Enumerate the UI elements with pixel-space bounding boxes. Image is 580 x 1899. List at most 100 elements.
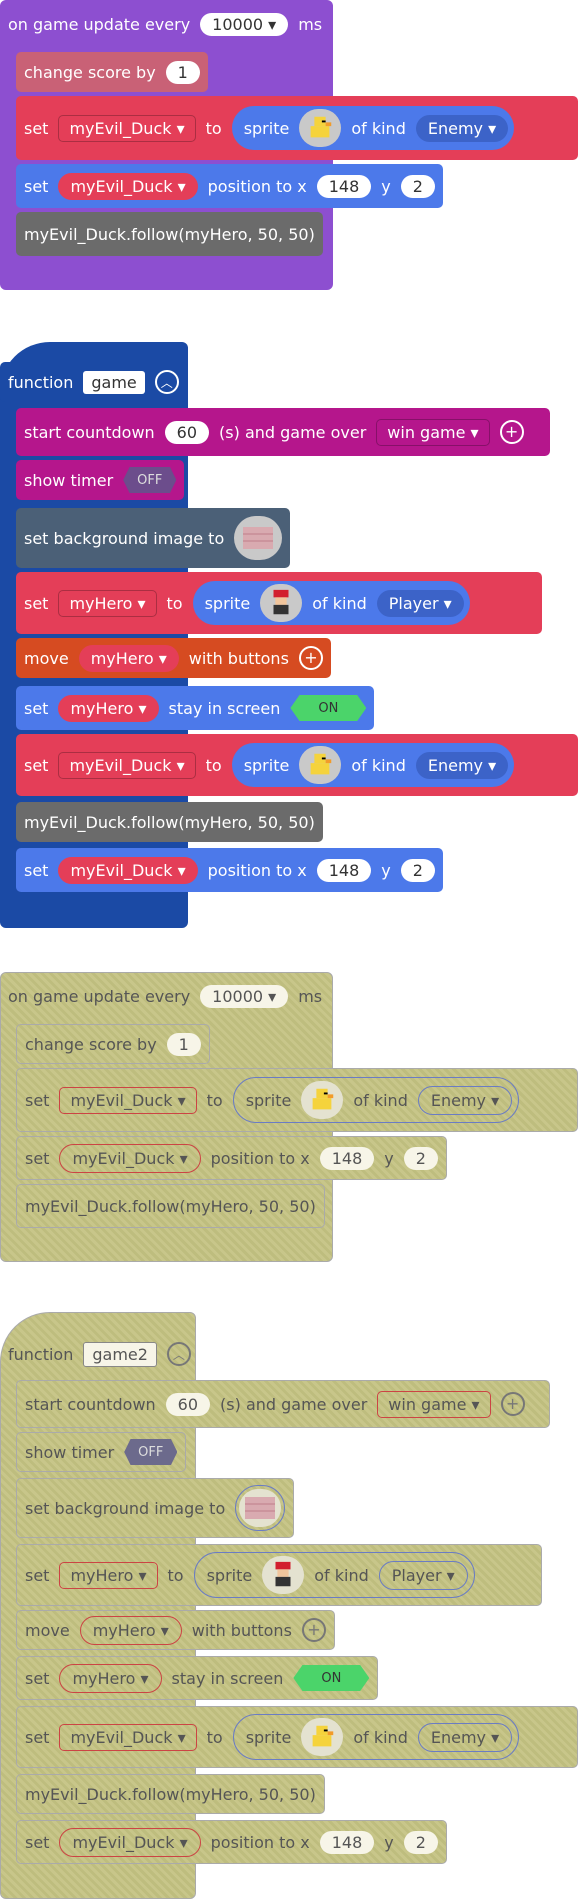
set-label: set: [24, 755, 49, 775]
variable-dropdown[interactable]: myHero ▾: [79, 1615, 182, 1645]
change-score-block-2[interactable]: change score by 1: [16, 1024, 210, 1064]
sprite-of-kind-reporter[interactable]: sprite of kind Player: [192, 581, 470, 625]
y-value[interactable]: 2: [400, 174, 435, 198]
sprite-of-kind-reporter[interactable]: sprite of kind Enemy: [231, 106, 515, 150]
set-background-block-1[interactable]: set background image to: [16, 508, 291, 568]
function-name[interactable]: game: [83, 370, 145, 394]
variable-dropdown[interactable]: myEvil_Duck: [59, 1723, 197, 1751]
variable-dropdown[interactable]: myHero: [78, 644, 179, 672]
kind-dropdown[interactable]: Enemy: [417, 1085, 513, 1115]
set-background-block-2[interactable]: set background image to: [16, 1478, 295, 1538]
plus-circle-icon[interactable]: +: [301, 1618, 326, 1642]
variable-dropdown[interactable]: myEvil_Duck: [58, 751, 196, 779]
show-timer-block-2[interactable]: show timer OFF: [16, 1432, 187, 1472]
game-over-dropdown[interactable]: win game: [376, 418, 490, 446]
stay-in-screen-block-1[interactable]: set myHero stay in screen ON: [16, 686, 375, 730]
set-position-block-4[interactable]: set myEvil_Duck ▾ position to x 148 y 2: [16, 1820, 447, 1864]
countdown-value[interactable]: 60: [164, 420, 210, 444]
hero-sprite-icon[interactable]: [260, 584, 303, 622]
set-hero-sprite-block-2[interactable]: set myHero to sprite of kind Player: [16, 1544, 542, 1606]
follow-code-block-3[interactable]: myEvil_Duck.follow(myHero, 50, 50): [16, 1184, 325, 1228]
show-timer-block-1[interactable]: show timer OFF: [16, 460, 185, 500]
y-value[interactable]: 2: [403, 1830, 438, 1854]
stay-label: stay in screen: [171, 1668, 284, 1688]
sprite-of-kind-reporter[interactable]: sprite of kind Player: [193, 1552, 475, 1598]
set-sprite-block-1[interactable]: set myEvil_Duck to sprite of kind Enemy: [16, 96, 578, 160]
plus-circle-icon[interactable]: +: [499, 420, 524, 444]
start-countdown-block-2[interactable]: start countdown 60 (s) and game over win…: [16, 1380, 550, 1428]
variable-dropdown[interactable]: myHero: [58, 589, 157, 617]
timer-off-toggle[interactable]: OFF: [123, 467, 177, 493]
variable-dropdown[interactable]: myEvil_Duck ▾: [59, 1827, 201, 1857]
set-position-block-2[interactable]: set myEvil_Duck position to x 148 y 2: [16, 848, 443, 892]
update-interval-dropdown[interactable]: 10000 ▾: [200, 984, 289, 1008]
sprite-label: sprite: [206, 1565, 253, 1585]
on-game-update-header-2[interactable]: on game update every 10000 ▾ ms: [0, 978, 330, 1014]
stay-on-toggle[interactable]: ON: [293, 1665, 370, 1691]
set-hero-sprite-block-1[interactable]: set myHero to sprite of kind Player: [16, 572, 542, 634]
function-name[interactable]: game2: [83, 1341, 157, 1367]
set-position-block-3[interactable]: set myEvil_Duck ▾ position to x 148 y 2: [16, 1136, 447, 1180]
collapse-up-icon[interactable]: ︿: [154, 370, 179, 394]
variable-dropdown[interactable]: myEvil_Duck: [58, 172, 198, 200]
duck-sprite-icon[interactable]: [299, 746, 342, 784]
variable-dropdown[interactable]: myEvil_Duck: [58, 856, 198, 884]
score-value[interactable]: 1: [166, 1032, 201, 1056]
kind-dropdown[interactable]: Enemy: [417, 1722, 513, 1752]
on-game-update-header-1[interactable]: on game update every 10000 ▾ ms: [0, 6, 330, 42]
timer-off-toggle[interactable]: OFF: [124, 1439, 178, 1465]
update-interval-dropdown[interactable]: 10000 ▾: [200, 12, 289, 36]
stay-on-toggle[interactable]: ON: [290, 695, 367, 721]
function-header-2[interactable]: function game2 ︿: [0, 1334, 199, 1374]
variable-dropdown[interactable]: myHero: [59, 1561, 158, 1589]
game-over-dropdown[interactable]: win game: [377, 1390, 491, 1418]
duck-sprite-icon[interactable]: [299, 109, 342, 147]
kind-dropdown[interactable]: Player: [378, 1560, 468, 1590]
brick-background-icon: [237, 519, 280, 557]
set-label: set: [24, 593, 49, 613]
countdown-value[interactable]: 60: [165, 1392, 211, 1416]
x-value[interactable]: 148: [319, 1830, 375, 1854]
follow-code-block-2[interactable]: myEvil_Duck.follow(myHero, 50, 50): [16, 802, 323, 842]
y-value[interactable]: 2: [403, 1146, 438, 1170]
sprite-of-kind-reporter[interactable]: sprite of kind Enemy: [232, 1714, 520, 1760]
kind-dropdown[interactable]: Enemy: [415, 114, 509, 142]
follow-code-block-1[interactable]: myEvil_Duck.follow(myHero, 50, 50): [16, 212, 323, 256]
x-value[interactable]: 148: [316, 858, 372, 882]
collapse-up-icon[interactable]: ︿: [166, 1342, 191, 1366]
to-label: to: [167, 1565, 184, 1585]
start-countdown-block-1[interactable]: start countdown 60 (s) and game over win…: [16, 408, 550, 456]
background-image-picker[interactable]: [234, 516, 283, 560]
function-header-1[interactable]: function game ︿: [0, 362, 187, 402]
change-score-block-1[interactable]: change score by 1: [16, 52, 208, 92]
move-with-buttons-block-2[interactable]: move myHero ▾ with buttons +: [16, 1610, 335, 1650]
hero-sprite-icon[interactable]: [262, 1556, 305, 1594]
variable-dropdown[interactable]: myEvil_Duck ▾: [59, 1143, 201, 1173]
score-value[interactable]: 1: [165, 60, 200, 84]
plus-circle-icon[interactable]: +: [298, 646, 323, 670]
duck-sprite-icon[interactable]: [301, 1718, 344, 1756]
y-value[interactable]: 2: [400, 858, 435, 882]
background-image-picker[interactable]: [235, 1485, 286, 1531]
move-with-buttons-block-1[interactable]: move myHero with buttons +: [16, 638, 331, 678]
duck-sprite-icon[interactable]: [301, 1081, 344, 1119]
plus-circle-icon[interactable]: +: [500, 1392, 525, 1416]
variable-dropdown[interactable]: myEvil_Duck: [59, 1086, 197, 1114]
set-sprite-block-4[interactable]: set myEvil_Duck to sprite of kind Enemy: [16, 1706, 578, 1768]
x-value[interactable]: 148: [316, 174, 372, 198]
set-position-block-1[interactable]: set myEvil_Duck position to x 148 y 2: [16, 164, 443, 208]
set-label: set: [25, 1832, 50, 1852]
sprite-of-kind-reporter[interactable]: sprite of kind Enemy: [231, 743, 515, 787]
follow-code-block-4[interactable]: myEvil_Duck.follow(myHero, 50, 50): [16, 1774, 325, 1814]
kind-dropdown[interactable]: Player: [376, 589, 464, 617]
set-sprite-block-3[interactable]: set myEvil_Duck to sprite of kind Enemy: [16, 1068, 578, 1132]
variable-dropdown[interactable]: myEvil_Duck: [58, 114, 196, 142]
variable-dropdown[interactable]: myHero: [58, 694, 159, 722]
set-sprite-block-2[interactable]: set myEvil_Duck to sprite of kind Enemy: [16, 734, 578, 796]
kind-dropdown[interactable]: Enemy: [415, 751, 509, 779]
sprite-of-kind-reporter[interactable]: sprite of kind Enemy: [232, 1077, 520, 1123]
update-label: on game update every: [8, 14, 191, 34]
stay-in-screen-block-2[interactable]: set myHero ▾ stay in screen ON: [16, 1656, 379, 1700]
variable-dropdown[interactable]: myHero ▾: [59, 1663, 162, 1693]
x-value[interactable]: 148: [319, 1146, 375, 1170]
